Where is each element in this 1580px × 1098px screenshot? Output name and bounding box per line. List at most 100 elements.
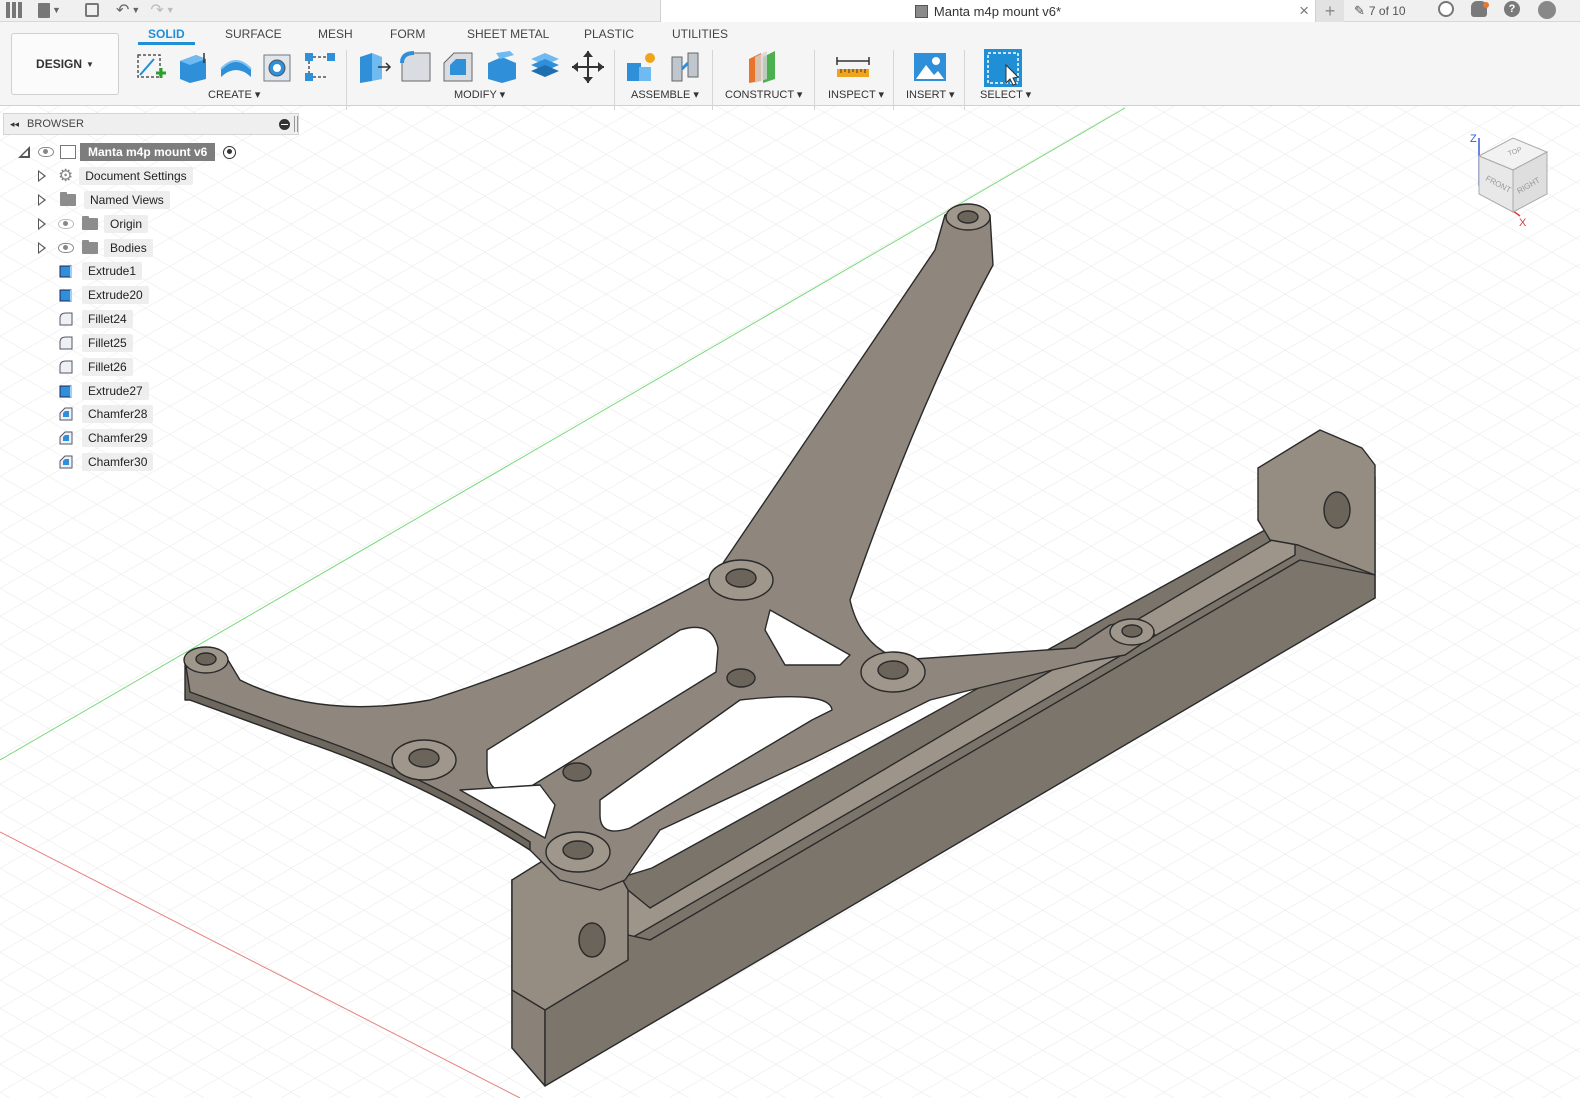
visibility-eye-icon[interactable] bbox=[38, 147, 54, 157]
browser-node-named-views[interactable]: Named Views bbox=[38, 190, 170, 210]
chevron-down-icon[interactable]: ▼ bbox=[131, 5, 140, 15]
boss-far-right bbox=[1109, 618, 1155, 646]
hole-icon[interactable] bbox=[260, 49, 296, 85]
feature-fillet26[interactable]: Fillet26 bbox=[58, 357, 133, 377]
view-cube[interactable]: TOP FRONT RIGHT Z X bbox=[1465, 128, 1560, 228]
expand-triangle-icon[interactable] bbox=[38, 170, 46, 182]
move-copy-icon[interactable] bbox=[570, 49, 606, 85]
tab-mesh[interactable]: MESH bbox=[318, 27, 353, 45]
boss-left bbox=[391, 739, 457, 781]
tab-sheet-metal[interactable]: SHEET METAL bbox=[467, 27, 549, 45]
fillet-icon[interactable] bbox=[398, 49, 434, 85]
workspace-switcher[interactable]: DESIGN ▼ bbox=[11, 33, 119, 95]
feature-extrude1[interactable]: Extrude1 bbox=[58, 261, 143, 281]
z-axis-label: Z bbox=[1470, 133, 1477, 145]
new-tab-button[interactable]: + bbox=[1316, 0, 1344, 22]
press-pull-icon[interactable] bbox=[356, 49, 392, 85]
joint-icon[interactable] bbox=[668, 49, 704, 85]
insert-menu[interactable]: INSERT ▾ bbox=[906, 88, 955, 101]
modify-menu[interactable]: MODIFY ▾ bbox=[454, 88, 505, 101]
new-component-icon[interactable] bbox=[623, 49, 659, 85]
tab-surface[interactable]: SURFACE bbox=[225, 27, 282, 45]
close-tab-icon[interactable]: × bbox=[1299, 1, 1309, 21]
revolve-icon[interactable] bbox=[218, 49, 254, 85]
collapse-panel-icon[interactable]: ◂◂ bbox=[10, 119, 19, 130]
tree-item-label: Document Settings bbox=[79, 167, 193, 185]
tab-solid[interactable]: SOLID bbox=[138, 27, 195, 45]
inspect-menu-label: INSPECT bbox=[828, 89, 876, 101]
chevron-down-icon[interactable]: ▼ bbox=[166, 5, 175, 15]
activate-radio-icon[interactable] bbox=[223, 145, 237, 159]
combine-icon[interactable] bbox=[527, 49, 563, 85]
feature-extrude20[interactable]: Extrude20 bbox=[58, 285, 149, 305]
collapse-triangle-icon[interactable] bbox=[18, 146, 30, 158]
insert-image-icon[interactable] bbox=[912, 49, 948, 85]
app-grid-icon[interactable] bbox=[6, 2, 22, 18]
browser-title: BROWSER bbox=[27, 118, 84, 130]
help-icon[interactable]: ? bbox=[1504, 1, 1520, 17]
document-tab[interactable]: Manta m4p mount v6* × bbox=[660, 0, 1316, 22]
notification-badge bbox=[1483, 2, 1489, 8]
file-menu-icon[interactable] bbox=[38, 2, 50, 18]
redo-icon[interactable]: ↷ bbox=[150, 0, 163, 20]
expand-triangle-icon[interactable] bbox=[38, 194, 46, 206]
measure-icon[interactable] bbox=[835, 49, 871, 85]
browser-root[interactable]: Manta m4p mount v6 bbox=[18, 142, 237, 162]
user-avatar-icon[interactable] bbox=[1538, 1, 1556, 19]
browser-node-bodies[interactable]: Bodies bbox=[38, 238, 153, 258]
assemble-menu[interactable]: ASSEMBLE ▾ bbox=[631, 88, 699, 101]
browser-node-document-settings[interactable]: ⚙ Document Settings bbox=[38, 166, 193, 186]
tree-item-label: Named Views bbox=[84, 191, 170, 209]
boss-top bbox=[945, 203, 991, 231]
feature-fillet24[interactable]: Fillet24 bbox=[58, 309, 133, 329]
tab-bar-right: + ✎ 7 of 10 ? bbox=[1316, 0, 1580, 22]
panel-minimize-icon[interactable] bbox=[279, 119, 290, 130]
browser-node-origin[interactable]: Origin bbox=[38, 214, 149, 234]
tree-item-label: Extrude27 bbox=[82, 382, 149, 400]
extrude-feature-icon bbox=[59, 265, 72, 278]
expand-triangle-icon[interactable] bbox=[38, 242, 46, 254]
chamfer-icon[interactable] bbox=[440, 49, 476, 85]
feature-chamfer28[interactable]: Chamfer28 bbox=[58, 404, 154, 424]
feature-chamfer30[interactable]: Chamfer30 bbox=[58, 452, 154, 472]
tab-form[interactable]: FORM bbox=[390, 27, 425, 45]
job-status[interactable]: ✎ 7 of 10 bbox=[1354, 3, 1406, 19]
feature-extrude27[interactable]: Extrude27 bbox=[58, 381, 149, 401]
offset-plane-icon[interactable] bbox=[745, 49, 781, 85]
extrude-icon[interactable] bbox=[176, 49, 212, 85]
toolbar-separator bbox=[893, 50, 894, 110]
chevron-down-icon: ▼ bbox=[86, 59, 94, 69]
folder-icon bbox=[82, 240, 98, 254]
pattern-icon[interactable] bbox=[302, 49, 338, 85]
select-icon[interactable] bbox=[984, 49, 1022, 87]
fillet-feature-icon bbox=[59, 336, 73, 350]
3d-viewport[interactable] bbox=[0, 0, 1580, 1098]
center-hole-2 bbox=[562, 762, 592, 782]
undo-icon[interactable]: ↶ bbox=[116, 0, 129, 20]
boss-far-left bbox=[183, 646, 229, 674]
feature-fillet25[interactable]: Fillet25 bbox=[58, 333, 133, 353]
document-title: Manta m4p mount v6* bbox=[933, 3, 1062, 19]
toolbar-separator bbox=[814, 50, 815, 110]
chamfer-feature-icon bbox=[59, 455, 73, 469]
inspect-menu[interactable]: INSPECT ▾ bbox=[828, 88, 884, 101]
app-title-bar: ▼ ↶ ▼ ↷ ▼ Manta m4p mount v6* × + ✎ 7 of… bbox=[0, 0, 1580, 22]
expand-triangle-icon[interactable] bbox=[38, 218, 46, 230]
extrude-feature-icon bbox=[59, 385, 72, 398]
clock-icon[interactable] bbox=[1438, 1, 1454, 17]
select-menu[interactable]: SELECT ▾ bbox=[980, 88, 1031, 101]
chevron-down-icon[interactable]: ▼ bbox=[52, 5, 61, 15]
visibility-eye-icon[interactable] bbox=[58, 243, 74, 253]
save-icon[interactable] bbox=[85, 3, 99, 17]
hidden-eye-icon[interactable] bbox=[58, 219, 74, 229]
shell-icon[interactable] bbox=[484, 49, 520, 85]
tab-plastic[interactable]: PLASTIC bbox=[584, 27, 634, 45]
gear-icon: ⚙ bbox=[58, 166, 74, 185]
chamfer-feature-icon bbox=[59, 407, 73, 421]
create-sketch-icon[interactable] bbox=[134, 49, 170, 85]
create-menu[interactable]: CREATE ▾ bbox=[208, 88, 260, 101]
tab-utilities[interactable]: UTILITIES bbox=[672, 27, 728, 45]
browser-panel-header: ◂◂ BROWSER bbox=[3, 113, 299, 135]
feature-chamfer29[interactable]: Chamfer29 bbox=[58, 428, 154, 448]
construct-menu[interactable]: CONSTRUCT ▾ bbox=[725, 88, 802, 101]
